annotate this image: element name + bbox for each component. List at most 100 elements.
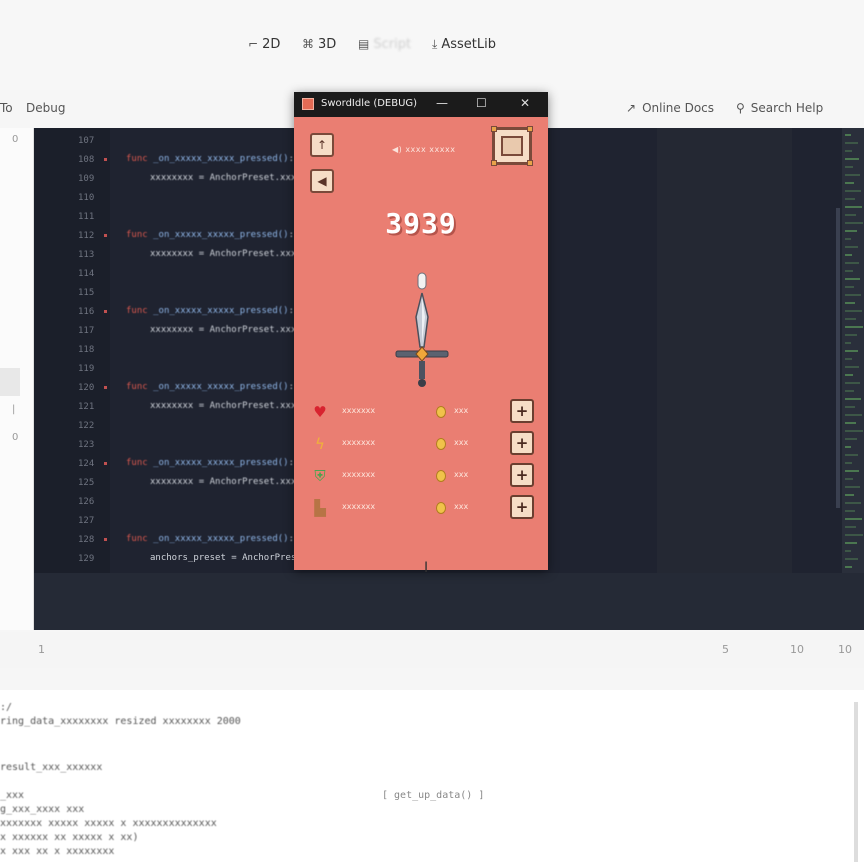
output-panel[interactable]: :/ ring_data_xxxxxxxx resized xxxxxxxx 2… <box>0 690 864 864</box>
close-button[interactable]: ✕ <box>520 96 530 110</box>
line-number: 128 <box>78 535 95 545</box>
minimap-line <box>845 334 857 336</box>
upgrade-row: ϟ xxxxxxx xxx + <box>308 431 536 457</box>
speaker-icon: ◀ <box>317 174 327 188</box>
upgrade-cost: xxx <box>454 470 469 479</box>
game-debug-window[interactable]: SwordIdle (DEBUG) — ☐ ✕ ↑ ◀ ◀) xxxx xxxx… <box>294 92 548 570</box>
output-line: g_xxx_xxxx xxx <box>0 804 85 815</box>
minimap-line <box>845 566 852 568</box>
code-line[interactable]: xxxxxxxx = AnchorPreset.xxxxxx <box>150 173 313 183</box>
filesystem-dock: 0 | 0 <box>0 128 34 630</box>
code-line[interactable]: xxxxxxxx = AnchorPreset.xxxxxx <box>150 325 313 335</box>
minimap-line <box>845 158 859 160</box>
minimap-line <box>845 182 854 184</box>
minimap-line <box>845 390 854 392</box>
minimize-button[interactable]: — <box>436 96 448 110</box>
output-line: _xxx <box>0 790 25 801</box>
arrow-up-icon: ↑ <box>316 138 328 152</box>
mode-3d-button[interactable]: ⌘ 3D <box>302 34 336 54</box>
upgrade-cost: xxx <box>454 502 469 511</box>
mode-script-button[interactable]: ▤ Script <box>358 34 411 54</box>
code-line[interactable]: func _on_xxxxx_xxxxx_pressed(): <box>126 230 294 240</box>
2d-icon: ⌐ <box>248 37 259 51</box>
line-number: 120 <box>78 383 95 393</box>
line-number: 118 <box>78 345 95 355</box>
fold-marker[interactable] <box>104 234 107 237</box>
minimap-line <box>845 510 855 512</box>
output-line: [ get_up_data() ] <box>382 790 485 801</box>
code-line[interactable]: func _on_xxxxx_xxxxx_pressed(): <box>126 306 294 316</box>
mode-assetlib-button[interactable]: ⤓ AssetLib <box>432 34 496 54</box>
code-line[interactable]: func _on_xxxxx_xxxxx_pressed(): <box>126 382 294 392</box>
output-line: :/ <box>0 702 13 713</box>
game-viewport[interactable]: ↑ ◀ ◀) xxxx xxxxx 3939 ♥ xxxxxxx xxx + ϟ… <box>294 117 548 570</box>
upgrade-cost: xxx <box>454 406 469 415</box>
code-line[interactable]: xxxxxxxx = AnchorPreset.xxxxxx <box>150 477 313 487</box>
fold-marker[interactable] <box>104 158 107 161</box>
frame-menu-button[interactable] <box>491 126 533 166</box>
code-line[interactable]: func _on_xxxxx_xxxxx_pressed(): <box>126 534 294 544</box>
line-number: 126 <box>78 497 95 507</box>
line-number: 108 <box>78 155 95 165</box>
minimap-line <box>845 206 862 208</box>
online-docs-link[interactable]: ↗ Online Docs <box>626 101 714 115</box>
sword-sprite[interactable] <box>392 267 452 397</box>
maximize-button[interactable]: ☐ <box>476 96 487 110</box>
upgrade-name: xxxxxxx <box>342 406 376 415</box>
code-minimap[interactable] <box>842 128 864 630</box>
fold-marker[interactable] <box>104 462 107 465</box>
minimap-line <box>845 382 860 384</box>
line-number: 111 <box>78 212 95 222</box>
mode-2d-button[interactable]: ⌐ 2D <box>248 34 280 54</box>
minimap-line <box>845 558 858 560</box>
minimap-line <box>845 350 858 352</box>
code-line[interactable]: xxxxxxxx = AnchorPreset.xxxxxx <box>150 401 313 411</box>
code-line[interactable]: xxxxxxxx = AnchorPreset.xxxxxx <box>150 249 313 259</box>
dock-scroll-marker: 0 <box>12 134 19 145</box>
minimap-line <box>845 374 853 376</box>
minimap-line <box>845 430 863 432</box>
line-number: 112 <box>78 231 95 241</box>
line-number: 123 <box>78 440 95 450</box>
minimap-line <box>845 542 857 544</box>
minimap-line <box>845 422 856 424</box>
output-scrollbar[interactable] <box>854 702 858 862</box>
minimap-line <box>845 142 858 144</box>
upgrade-arrow-button[interactable]: ↑ <box>310 133 334 157</box>
upgrade-plus-button[interactable]: + <box>510 399 534 423</box>
dock-selected-item[interactable] <box>0 368 20 396</box>
frame-corner <box>527 160 533 166</box>
minimap-line <box>845 438 857 440</box>
coin-icon <box>436 438 446 450</box>
fold-marker[interactable] <box>104 386 107 389</box>
game-window-titlebar[interactable]: SwordIdle (DEBUG) — ☐ ✕ <box>294 92 548 117</box>
minimap-line <box>845 190 861 192</box>
upgrade-plus-button[interactable]: + <box>510 495 534 519</box>
dock-scroll-marker: | <box>12 404 16 415</box>
upgrade-plus-button[interactable]: + <box>510 463 534 487</box>
editor-top-bar: ⌐ 2D ⌘ 3D ▤ Script ⤓ AssetLib <box>0 0 864 90</box>
code-line[interactable]: func _on_xxxxx_xxxxx_pressed(): <box>126 458 294 468</box>
fold-marker[interactable] <box>104 310 107 313</box>
output-line: result_xxx_xxxxxx <box>0 762 103 773</box>
goto-menu[interactable]: To <box>0 101 13 115</box>
dock-scroll-marker: 0 <box>12 432 19 443</box>
output-line: x xxxxxx xx xxxxx x xx) <box>0 832 139 843</box>
minimap-line <box>845 238 851 240</box>
fold-marker[interactable] <box>104 538 107 541</box>
editor-footer <box>34 573 864 630</box>
search-help-button[interactable]: ⚲ Search Help <box>736 101 823 115</box>
line-number: 107 <box>78 136 95 146</box>
minimap-line <box>845 518 862 520</box>
code-line[interactable]: func _on_xxxxx_xxxxx_pressed(): <box>126 154 294 164</box>
minimap-line <box>845 446 851 448</box>
editor-scrollbar[interactable] <box>836 208 840 508</box>
minimap-line <box>845 150 852 152</box>
upgrade-plus-button[interactable]: + <box>510 431 534 455</box>
minimap-line <box>845 470 859 472</box>
debug-menu[interactable]: Debug <box>26 101 65 115</box>
minimap-line <box>845 302 855 304</box>
script-icon: ▤ <box>358 37 370 51</box>
minimap-line <box>845 222 863 224</box>
sound-toggle-button[interactable]: ◀ <box>310 169 334 193</box>
